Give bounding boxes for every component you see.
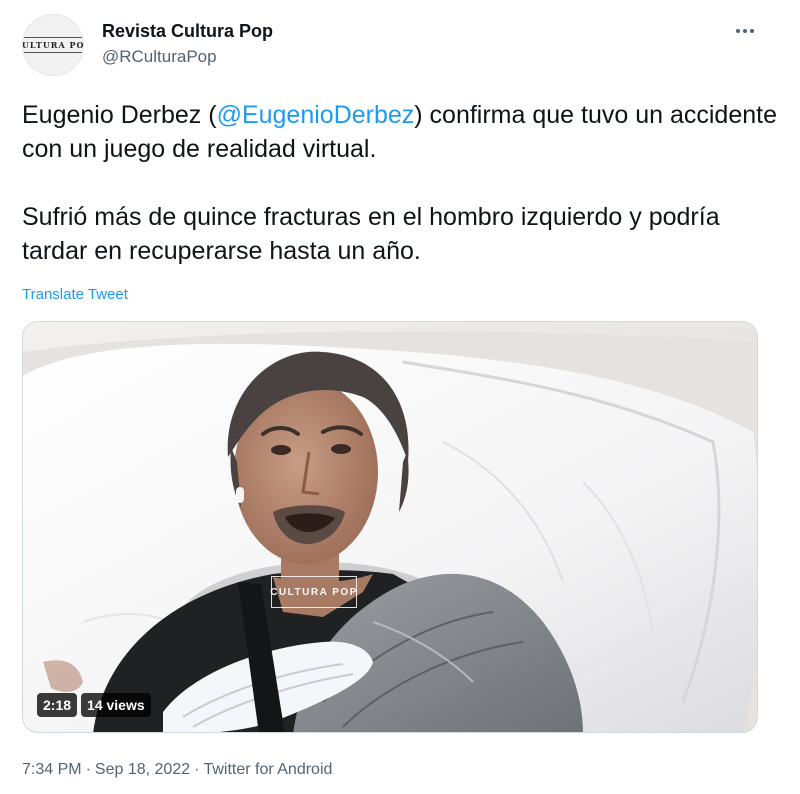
video-watermark: CULTURA POP [270,576,357,608]
avatar-logo-text: CULTURA POP [23,37,83,53]
translate-tweet-link[interactable]: Translate Tweet [22,286,128,303]
avatar[interactable]: CULTURA POP [22,14,84,76]
tweet-card: CULTURA POP Revista Cultura Pop @RCultur… [0,0,800,794]
tweet-paragraph-1: Eugenio Derbez (@EugenioDerbez) confirma… [22,101,777,163]
tweet-source: Twitter for Android [203,761,333,778]
video-player[interactable]: CULTURA POP 2:18 14 views [22,321,758,733]
tweet-date[interactable]: Sep 18, 2022 [95,761,190,778]
video-badges: 2:18 14 views [37,693,151,717]
tweet-text: Eugenio Derbez (@EugenioDerbez) confirma… [22,98,782,268]
meta-separator: · [85,761,91,778]
tweet-time[interactable]: 7:34 PM [22,761,82,778]
author-handle[interactable]: @RCulturaPop [102,47,217,67]
author-display-name[interactable]: Revista Cultura Pop [102,21,273,42]
video-thumbnail [23,322,757,732]
tweet-paragraph-2: Sufrió más de quince fracturas en el hom… [22,203,720,265]
more-options-button[interactable] [728,18,762,44]
more-horizontal-icon [736,29,740,33]
video-views-badge: 14 views [81,693,151,717]
video-duration-badge: 2:18 [37,693,78,717]
meta-separator: · [194,761,200,778]
tweet-meta: 7:34 PM · Sep 18, 2022 · Twitter for Android [22,761,332,779]
mention-link[interactable]: @EugenioDerbez [217,101,415,129]
